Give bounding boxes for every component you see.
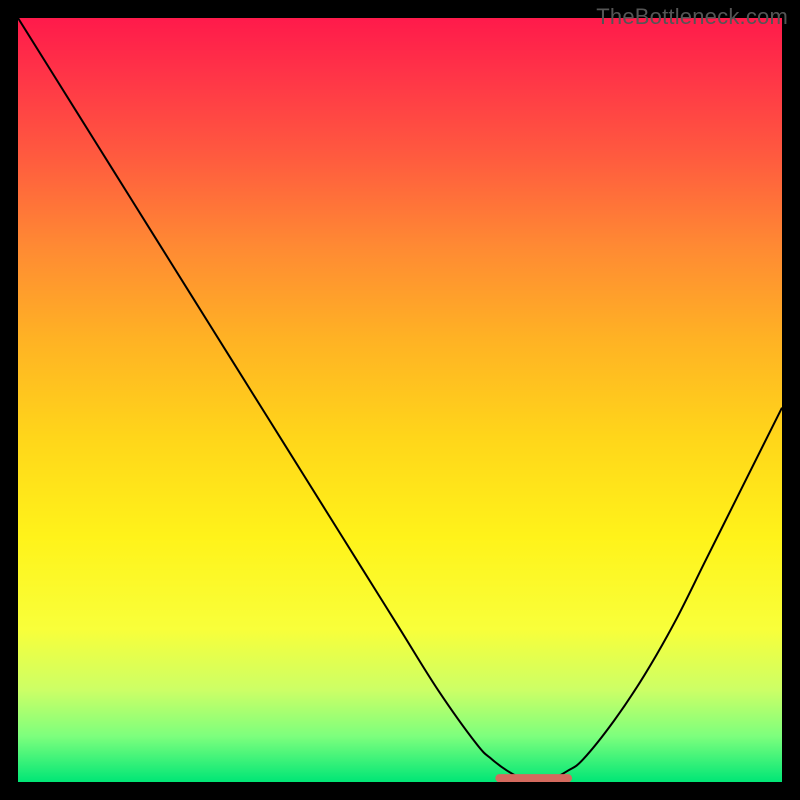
chart-svg: [18, 18, 782, 782]
chart-plot-area: [18, 18, 782, 782]
watermark-text: TheBottleneck.com: [596, 4, 788, 30]
chart-frame: TheBottleneck.com: [0, 0, 800, 800]
bottleneck-curve: [18, 18, 782, 779]
